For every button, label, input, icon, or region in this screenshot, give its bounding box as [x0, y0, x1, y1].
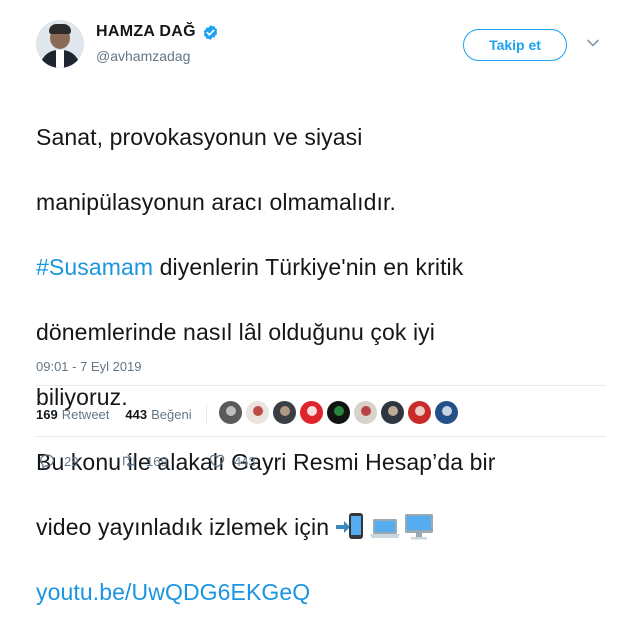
phone-with-arrow-icon — [336, 512, 364, 539]
like-action-count: 443 — [234, 453, 256, 469]
like-label[interactable]: Beğeni — [151, 407, 191, 422]
avatar-8-face — [415, 406, 425, 416]
retweet-label[interactable]: Retweet — [62, 407, 110, 422]
tweet-actions: 29 169 443 — [38, 452, 290, 470]
retweet-action-count: 169 — [146, 453, 168, 469]
engagement-stats: 169 Retweet 443 Beğeni — [36, 404, 221, 424]
chevron-down-icon[interactable] — [586, 38, 600, 48]
heart-icon — [209, 454, 225, 468]
emoji-group — [335, 511, 435, 541]
avatar-4-face — [307, 406, 317, 416]
author-handle[interactable]: @avhamzadag — [96, 48, 190, 64]
like-button[interactable]: 443 — [208, 452, 290, 470]
avatar-1-face — [226, 406, 236, 416]
reply-count: 29 — [64, 453, 79, 469]
avatar-9-face — [442, 406, 452, 416]
divider-bottom — [36, 436, 606, 437]
author-name-row[interactable]: HAMZA DAĞ — [96, 23, 219, 41]
reply-icon — [39, 454, 55, 469]
retweet-icon — [123, 454, 135, 468]
laptop-icon — [370, 518, 401, 538]
author-name[interactable]: HAMZA DAĞ — [96, 23, 196, 41]
tweet-line-3-text: diyenlerin Türkiye'nin en kritik — [153, 253, 464, 280]
tweet-line-4: dönemlerinde nasıl lâl olduğunu çok iyi — [36, 318, 435, 345]
like-count[interactable]: 443 — [125, 407, 147, 422]
reply-button[interactable]: 29 — [38, 452, 120, 470]
hashtag-link[interactable]: #Susamam — [36, 254, 153, 280]
liker-avatar-8[interactable] — [407, 400, 432, 425]
tweet-header: HAMZA DAĞ @avhamzadag Takip et — [0, 0, 640, 80]
avatar-5-face — [334, 406, 344, 416]
liker-avatar-5[interactable] — [326, 400, 351, 425]
youtube-link[interactable]: youtu.be/UwQDG6EKGeQ — [36, 576, 606, 609]
stats-divider — [205, 404, 207, 424]
tweet-line-7: video yayınladık izlemek için — [36, 511, 606, 544]
liker-avatar-6[interactable] — [353, 400, 378, 425]
liker-avatar-4[interactable] — [299, 400, 324, 425]
tweet-line-2: manipülasyonun aracı olmamalıdır. — [36, 188, 396, 215]
liker-avatar-9[interactable] — [434, 400, 459, 425]
follow-button[interactable]: Takip et — [463, 29, 567, 61]
avatar-7-face — [388, 406, 398, 416]
liker-avatar-1[interactable] — [218, 400, 243, 425]
retweet-button[interactable]: 169 — [120, 452, 208, 470]
tweet-line-1: Sanat, provokasyonun ve siyasi — [36, 123, 363, 150]
avatar-3-face — [280, 406, 290, 416]
divider-top — [36, 385, 606, 386]
avatar-2-face — [253, 406, 263, 416]
tweet-line-3: #Susamam diyenlerin Türkiye'nin en kriti… — [36, 251, 606, 284]
avatar-6-face — [361, 406, 371, 416]
retweet-count[interactable]: 169 — [36, 407, 58, 422]
tweet-timestamp[interactable]: 09:01 - 7 Eyl 2019 — [36, 359, 142, 374]
author-avatar[interactable] — [36, 20, 84, 68]
liker-avatar-2[interactable] — [245, 400, 270, 425]
liker-avatar-7[interactable] — [380, 400, 405, 425]
liker-avatars — [218, 400, 459, 425]
verified-badge-icon — [203, 24, 218, 40]
tweet-line-7-text: video yayınladık izlemek için — [36, 513, 330, 540]
liker-avatar-3[interactable] — [272, 400, 297, 425]
desktop-computer-icon — [405, 513, 434, 539]
